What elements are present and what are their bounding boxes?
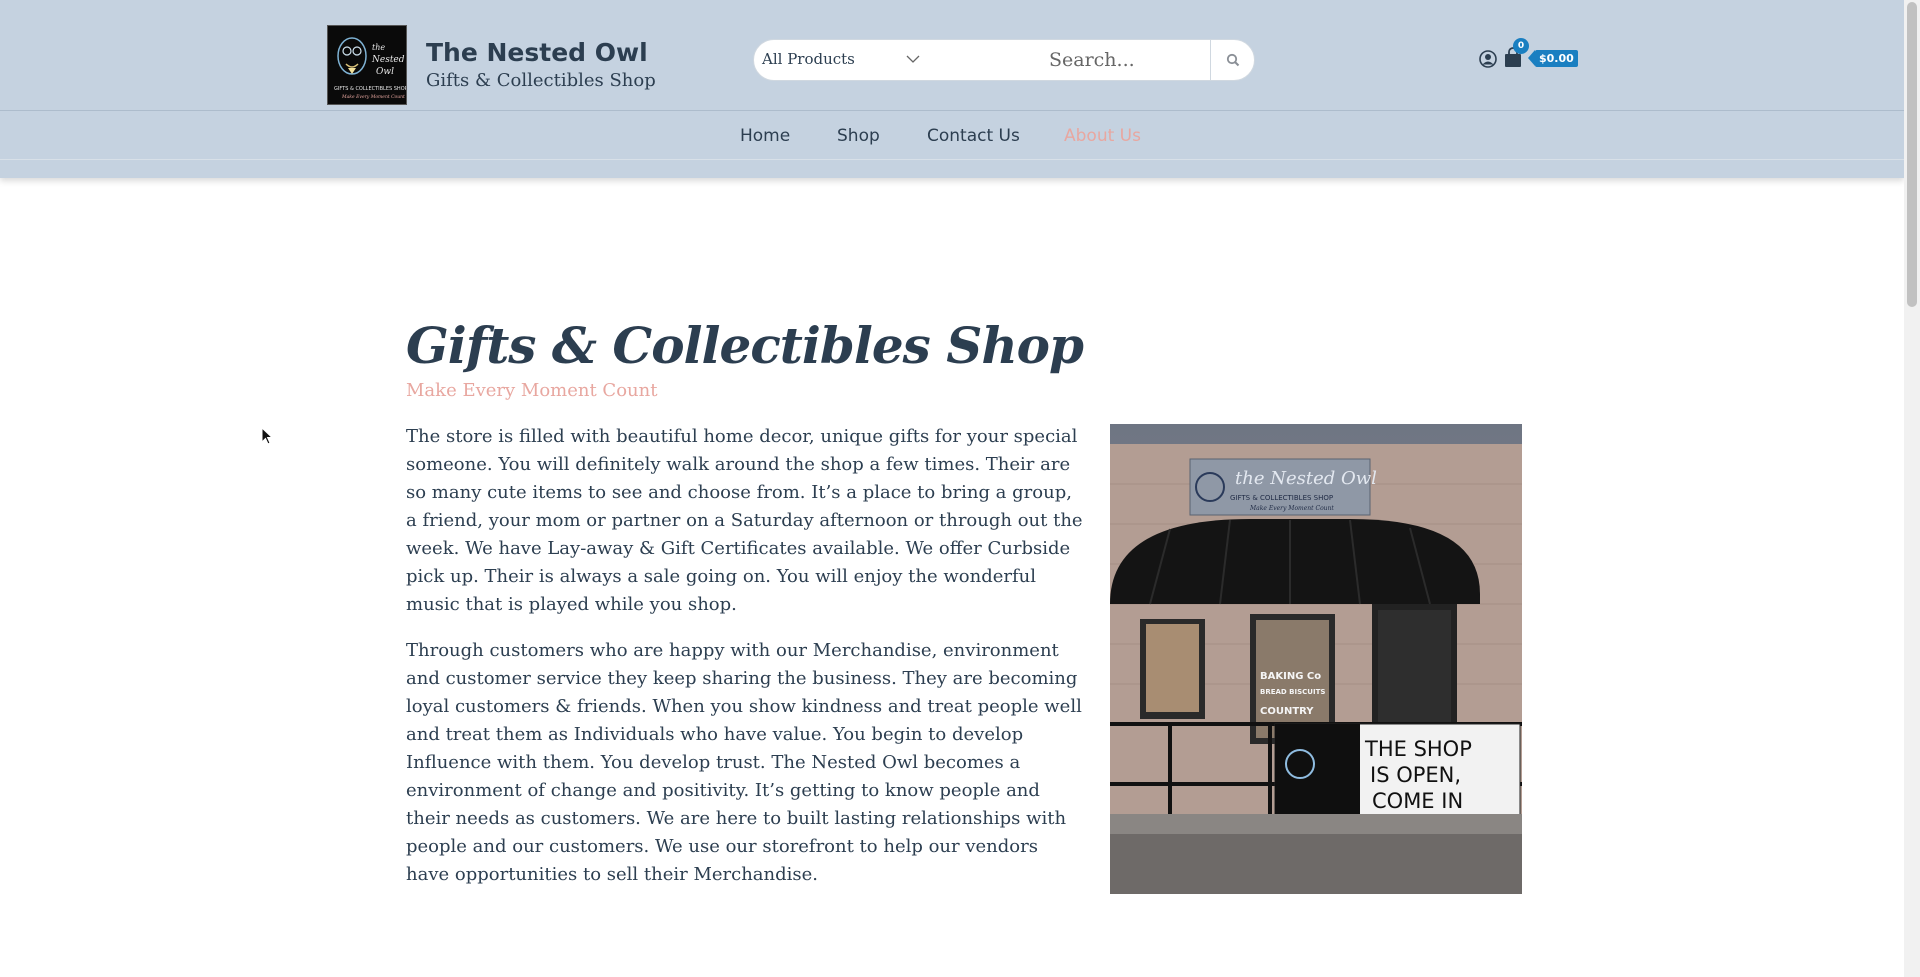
about-paragraph-2: Through customers who are happy with our… [406, 640, 1082, 885]
page-title: Gifts & Collectibles Shop [406, 316, 1084, 375]
mouse-cursor-icon [261, 427, 273, 445]
page-subtitle: Make Every Moment Count [406, 380, 658, 401]
banner-line-3: COME IN [1372, 789, 1463, 813]
search-bar: All Products [753, 39, 1255, 81]
nav-item-home[interactable]: Home [740, 126, 790, 146]
svg-text:Nested: Nested [371, 55, 405, 65]
sign-motto: Make Every Moment Count [1249, 505, 1334, 512]
window-sign-1: BAKING Co [1260, 671, 1321, 682]
search-icon [1226, 53, 1239, 67]
window-sign-3: COUNTRY [1260, 706, 1314, 717]
scrollbar-thumb[interactable] [1907, 2, 1917, 307]
nav-item-about-us[interactable]: About Us [1064, 126, 1141, 146]
cart-total-badge[interactable]: $0.00 [1528, 50, 1578, 67]
svg-text:the: the [372, 43, 385, 52]
chevron-down-icon[interactable] [904, 50, 922, 68]
storefront-photo: the Nested Owl GIFTS & COLLECTIBLES SHOP… [1110, 424, 1522, 894]
svg-text:Make Every Moment Count: Make Every Moment Count [341, 94, 405, 100]
window-sign-2: BREAD BISCUITS [1260, 688, 1325, 696]
search-button[interactable] [1210, 40, 1254, 80]
category-select[interactable]: All Products [762, 50, 855, 68]
svg-text:Owl: Owl [376, 67, 394, 77]
banner-line-1: THE SHOP [1364, 737, 1472, 761]
svg-text:GIFTS & COLLECTIBLES SHOP: GIFTS & COLLECTIBLES SHOP [334, 86, 407, 92]
sign-name: the Nested Owl [1235, 468, 1377, 489]
cart-count-badge: 0 [1513, 38, 1529, 54]
owl-logo-icon[interactable]: the Nested Owl GIFTS & COLLECTIBLES SHOP… [327, 25, 407, 105]
brand-tagline: Gifts & Collectibles Shop [426, 70, 656, 91]
site-header: the Nested Owl GIFTS & COLLECTIBLES SHOP… [0, 0, 1904, 178]
about-paragraph-1: The store is filled with beautiful home … [406, 426, 1083, 615]
page-scrollbar[interactable] [1904, 0, 1920, 977]
nav-item-contact-us[interactable]: Contact Us [927, 126, 1020, 146]
main-nav: Home Shop Contact Us About Us [0, 112, 1904, 160]
sign-subtitle: GIFTS & COLLECTIBLES SHOP [1230, 494, 1333, 502]
brand-name[interactable]: The Nested Owl [426, 38, 648, 67]
banner-line-2: IS OPEN, [1370, 763, 1461, 787]
nav-item-shop[interactable]: Shop [837, 126, 880, 146]
user-account-icon[interactable] [1479, 50, 1497, 68]
search-input[interactable] [1049, 40, 1229, 80]
header-topbar: the Nested Owl GIFTS & COLLECTIBLES SHOP… [0, 0, 1904, 111]
